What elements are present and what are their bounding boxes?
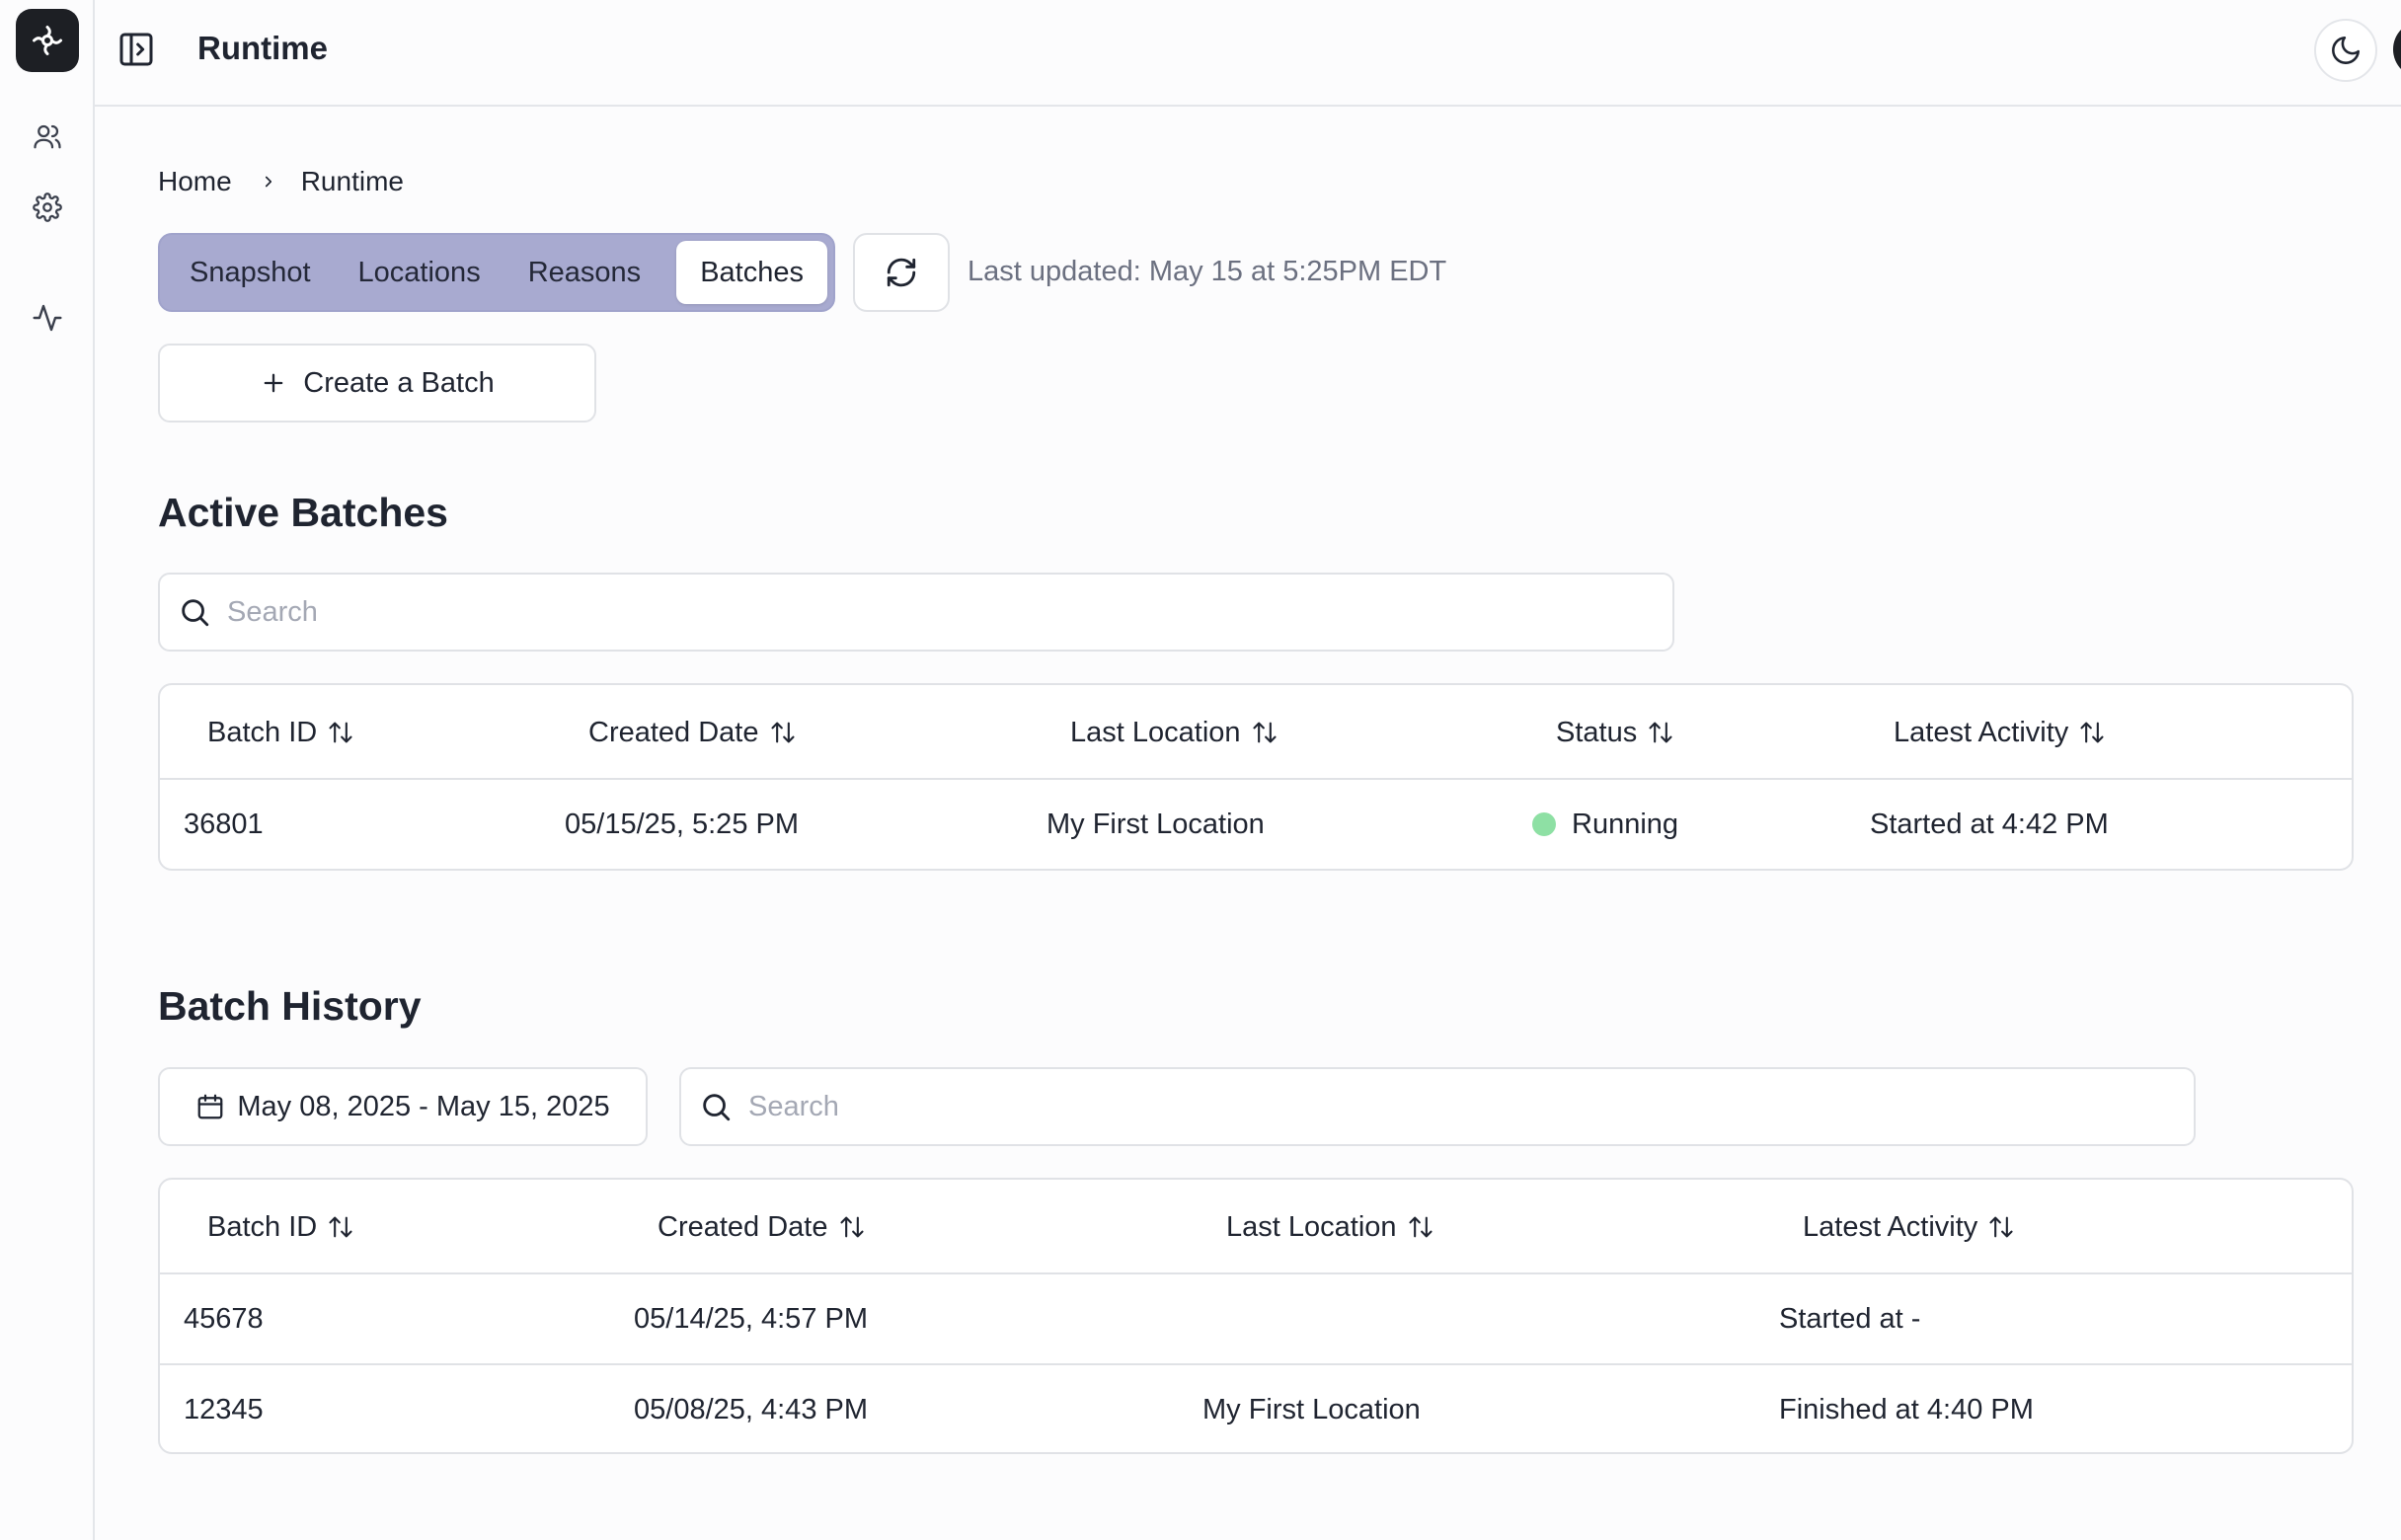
- cell-latest-activity: Started at -: [1779, 1302, 1921, 1335]
- tab-snapshot[interactable]: Snapshot: [166, 241, 335, 304]
- sort-icon: [1987, 1213, 2015, 1241]
- tab-batches[interactable]: Batches: [676, 241, 827, 304]
- cell-last-location: My First Location: [1046, 808, 1265, 840]
- search-input[interactable]: [748, 1090, 2194, 1123]
- cell-batch-id: 45678: [184, 1302, 264, 1335]
- search-icon: [178, 595, 211, 629]
- column-status[interactable]: Status: [1556, 685, 1674, 780]
- sort-icon: [327, 1213, 354, 1241]
- create-batch-label: Create a Batch: [303, 366, 495, 399]
- column-batch-id[interactable]: Batch ID: [207, 1180, 354, 1274]
- create-batch-button[interactable]: Create a Batch: [158, 344, 596, 423]
- cell-batch-id: 36801: [184, 808, 264, 840]
- column-batch-id[interactable]: Batch ID: [207, 685, 354, 780]
- last-updated-text: Last updated: May 15 at 5:25PM EDT: [968, 256, 1447, 287]
- breadcrumb-home[interactable]: Home: [158, 166, 232, 197]
- sort-icon: [1251, 719, 1278, 746]
- sort-icon: [1647, 719, 1674, 746]
- breadcrumb-current: Runtime: [300, 166, 404, 196]
- active-batches-title: Active Batches: [158, 490, 448, 535]
- table-header: Batch ID Created Date Last Location Stat…: [160, 685, 2352, 780]
- column-label: Latest Activity: [1894, 716, 2069, 748]
- view-tabs: Snapshot Locations Reasons Batches: [158, 233, 835, 312]
- column-last-location[interactable]: Last Location: [1070, 685, 1278, 780]
- cell-batch-id: 12345: [184, 1393, 264, 1425]
- tab-reasons[interactable]: Reasons: [504, 241, 664, 304]
- cell-created-date: 05/14/25, 4:57 PM: [634, 1302, 868, 1335]
- column-created-date[interactable]: Created Date: [658, 1180, 866, 1274]
- column-last-location[interactable]: Last Location: [1226, 1180, 1434, 1274]
- tab-locations[interactable]: Locations: [335, 241, 504, 304]
- table-row[interactable]: 12345 05/08/25, 4:43 PM My First Locatio…: [160, 1363, 2352, 1452]
- column-label: Last Location: [1226, 1210, 1397, 1243]
- refresh-icon: [885, 256, 918, 289]
- cell-latest-activity: Finished at 4:40 PM: [1779, 1393, 2034, 1425]
- sort-icon: [2078, 719, 2106, 746]
- date-range-picker[interactable]: May 08, 2025 - May 15, 2025: [158, 1067, 648, 1146]
- status-dot: [1532, 812, 1556, 836]
- column-label: Last Location: [1070, 716, 1241, 748]
- column-label: Status: [1556, 716, 1638, 748]
- column-label: Created Date: [588, 716, 759, 748]
- breadcrumb: Home Runtime: [158, 164, 404, 199]
- main-content: Home Runtime Snapshot Locations Reasons …: [0, 0, 2401, 1540]
- batch-history-search[interactable]: [679, 1067, 2196, 1146]
- sort-icon: [1407, 1213, 1434, 1241]
- column-label: Created Date: [658, 1210, 828, 1243]
- column-label: Latest Activity: [1803, 1210, 1978, 1243]
- cell-latest-activity: Started at 4:42 PM: [1870, 808, 2109, 840]
- plus-icon: [260, 369, 287, 397]
- cell-created-date: 05/15/25, 5:25 PM: [565, 808, 799, 840]
- active-batches-search[interactable]: [158, 573, 1674, 652]
- sort-icon: [327, 719, 354, 746]
- search-input[interactable]: [227, 595, 1672, 629]
- table-header: Batch ID Created Date Last Location Late…: [160, 1180, 2352, 1274]
- cell-last-location: My First Location: [1202, 1393, 1421, 1425]
- cell-created-date: 05/08/25, 4:43 PM: [634, 1393, 868, 1425]
- batch-history-title: Batch History: [158, 983, 422, 1029]
- batch-history-table: Batch ID Created Date Last Location Late…: [158, 1178, 2354, 1454]
- date-range-label: May 08, 2025 - May 15, 2025: [237, 1090, 610, 1122]
- column-latest-activity[interactable]: Latest Activity: [1803, 1180, 2015, 1274]
- column-created-date[interactable]: Created Date: [588, 685, 797, 780]
- search-icon: [699, 1090, 733, 1123]
- chevron-right-icon: [260, 173, 277, 191]
- column-latest-activity[interactable]: Latest Activity: [1894, 685, 2106, 780]
- table-row[interactable]: 45678 05/14/25, 4:57 PM Started at -: [160, 1274, 2352, 1363]
- calendar-icon: [195, 1092, 225, 1121]
- table-row[interactable]: 36801 05/15/25, 5:25 PM My First Locatio…: [160, 780, 2352, 869]
- refresh-button[interactable]: [853, 233, 950, 312]
- sort-icon: [838, 1213, 866, 1241]
- status-label: Running: [1572, 808, 1679, 840]
- cell-status: Running: [1532, 780, 1678, 869]
- sort-icon: [769, 719, 797, 746]
- column-label: Batch ID: [207, 716, 318, 748]
- column-label: Batch ID: [207, 1210, 318, 1243]
- active-batches-table: Batch ID Created Date Last Location Stat…: [158, 683, 2354, 871]
